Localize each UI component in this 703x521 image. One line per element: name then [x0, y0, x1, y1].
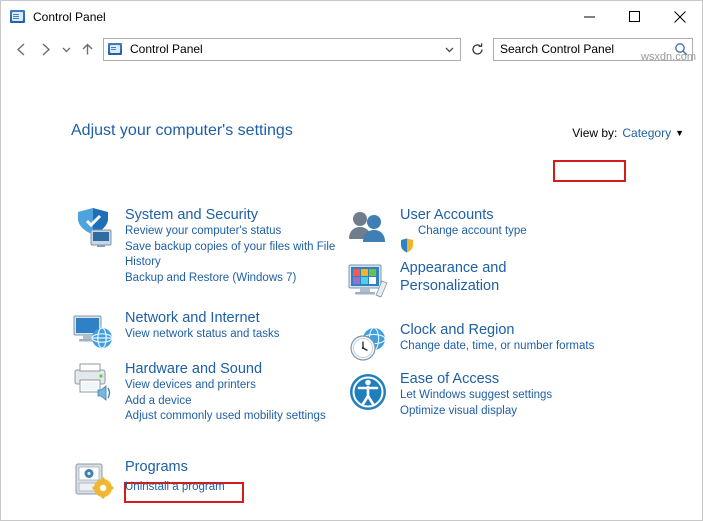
category-link[interactable]: View devices and printers	[125, 378, 371, 394]
category-title[interactable]: Programs	[125, 458, 371, 476]
recent-locations-chevron-down-icon[interactable]	[57, 37, 75, 61]
category-link[interactable]: Let Windows suggest settings	[400, 388, 646, 404]
ease-of-access-icon	[346, 370, 390, 414]
category-title[interactable]: User Accounts	[400, 206, 646, 224]
category-clock-and-region: Clock and Region Change date, time, or n…	[346, 321, 646, 355]
maximize-button[interactable]	[612, 1, 657, 32]
window-title: Control Panel	[33, 10, 106, 24]
category-user-accounts: User Accounts Change account type	[346, 206, 646, 240]
refresh-icon[interactable]	[465, 38, 489, 61]
breadcrumb-current[interactable]: Control Panel	[130, 42, 438, 56]
category-title[interactable]: Network and Internet	[125, 309, 371, 327]
view-by-value[interactable]: Category	[622, 126, 671, 140]
address-bar: Control Panel	[1, 32, 702, 66]
category-link-uninstall-a-program[interactable]: Uninstall a program	[125, 480, 371, 496]
breadcrumb-bar[interactable]: Control Panel	[103, 38, 461, 61]
category-title[interactable]: System and Security	[125, 206, 371, 224]
category-system-and-security: System and Security Review your computer…	[71, 206, 371, 286]
view-by-label: View by:	[572, 126, 617, 140]
hardware-sound-icon	[71, 360, 115, 404]
appearance-personalization-icon	[346, 259, 390, 303]
control-panel-icon	[10, 9, 26, 25]
user-accounts-icon	[346, 206, 390, 250]
watermark: wsxdn.com	[641, 51, 696, 63]
category-link[interactable]: Optimize visual display	[400, 404, 646, 420]
network-internet-icon	[71, 309, 115, 353]
control-panel-window: Control Panel	[0, 0, 703, 521]
category-programs: Programs Uninstall a program	[71, 458, 371, 496]
category-link[interactable]: Change date, time, or number formats	[400, 339, 646, 355]
category-title[interactable]: Ease of Access	[400, 370, 646, 388]
category-title[interactable]: Clock and Region	[400, 321, 646, 339]
category-hardware-and-sound: Hardware and Sound View devices and prin…	[71, 360, 371, 425]
up-arrow-icon[interactable]	[75, 37, 99, 61]
clock-region-icon	[346, 321, 390, 365]
category-link[interactable]: View network status and tasks	[125, 327, 371, 343]
category-title[interactable]: Hardware and Sound	[125, 360, 371, 378]
category-link[interactable]: Change account type	[418, 224, 646, 240]
forward-arrow-icon[interactable]	[33, 37, 57, 61]
window-controls	[567, 1, 702, 32]
category-link[interactable]: Save backup copies of your files with Fi…	[125, 240, 355, 271]
control-panel-icon	[108, 41, 124, 57]
minimize-button[interactable]	[567, 1, 612, 32]
category-link[interactable]: Backup and Restore (Windows 7)	[125, 271, 371, 287]
title-bar: Control Panel	[1, 1, 702, 32]
view-by-highlight-annotation	[553, 160, 626, 182]
system-security-icon	[71, 206, 115, 250]
close-button[interactable]	[657, 1, 702, 32]
category-link[interactable]: Adjust commonly used mobility settings	[125, 409, 355, 425]
programs-icon	[71, 458, 115, 502]
category-title[interactable]: Appearance and Personalization	[400, 259, 570, 295]
category-link[interactable]: Review your computer's status	[125, 224, 371, 240]
category-ease-of-access: Ease of Access Let Windows suggest setti…	[346, 370, 646, 419]
category-link[interactable]: Add a device	[125, 394, 371, 410]
back-arrow-icon[interactable]	[9, 37, 33, 61]
category-appearance-and-personalization: Appearance and Personalization	[346, 259, 646, 295]
chevron-down-icon[interactable]: ▼	[675, 129, 684, 138]
view-by-control[interactable]: View by: Category ▼	[572, 126, 684, 140]
uac-shield-icon	[400, 238, 414, 253]
page-title: Adjust your computer's settings	[71, 122, 293, 140]
category-network-and-internet: Network and Internet View network status…	[71, 309, 371, 343]
breadcrumb-chevron-down-icon[interactable]	[438, 44, 460, 55]
